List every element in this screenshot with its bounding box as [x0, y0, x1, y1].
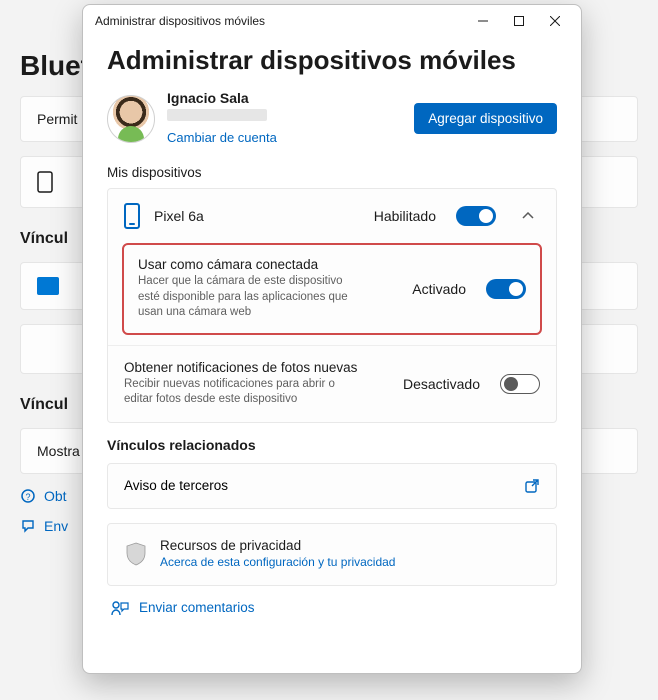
phone-icon [37, 171, 53, 193]
avatar [107, 95, 155, 143]
account-row: Ignacio Sala Cambiar de cuenta Agregar d… [107, 90, 557, 147]
camera-toggle[interactable] [486, 279, 526, 299]
camera-option-status: Activado [412, 281, 466, 297]
camera-option-highlight: Usar como cámara conectada Hacer que la … [122, 243, 542, 335]
help-icon: ? [20, 488, 36, 504]
third-party-label: Aviso de terceros [124, 478, 512, 493]
account-email-redacted [167, 109, 267, 121]
photos-option-title: Obtener notificaciones de fotos nuevas [124, 360, 389, 375]
add-device-button[interactable]: Agregar dispositivo [414, 103, 557, 134]
privacy-resources-card[interactable]: Recursos de privacidad Acerca de esta co… [107, 523, 557, 586]
svg-text:?: ? [25, 492, 30, 502]
device-status: Habilitado [374, 208, 436, 224]
photos-option-desc: Recibir nuevas notificaciones para abrir… [124, 377, 344, 408]
phone-icon [124, 203, 140, 229]
close-icon [550, 16, 560, 26]
device-header[interactable]: Pixel 6a Habilitado [108, 189, 556, 243]
window-title: Administrar dispositivos móviles [95, 14, 265, 28]
device-enabled-toggle[interactable] [456, 206, 496, 226]
my-devices-label: Mis dispositivos [107, 165, 557, 180]
feedback-icon [111, 600, 129, 616]
chevron-up-icon [516, 209, 540, 223]
photos-option-row: Obtener notificaciones de fotos nuevas R… [108, 345, 556, 422]
shield-icon [124, 540, 148, 568]
feedback-label: Enviar comentarios [139, 600, 255, 615]
device-card: Pixel 6a Habilitado Usar como cámara con… [107, 188, 557, 423]
device-name: Pixel 6a [154, 208, 360, 224]
feedback-icon [20, 518, 36, 534]
mobile-devices-dialog: Administrar dispositivos móviles Adminis… [82, 4, 582, 674]
send-feedback-link[interactable]: Enviar comentarios [107, 600, 557, 616]
camera-option-desc: Hacer que la cámara de este dispositivo … [138, 274, 358, 321]
external-link-icon [524, 478, 540, 494]
maximize-button[interactable] [501, 7, 537, 35]
privacy-title: Recursos de privacidad [160, 538, 540, 553]
photos-toggle[interactable] [500, 374, 540, 394]
camera-option-row: Usar como cámara conectada Hacer que la … [124, 245, 540, 333]
switch-account-link[interactable]: Cambiar de cuenta [167, 130, 277, 145]
related-links-label: Vínculos relacionados [107, 437, 557, 453]
camera-option-title: Usar como cámara conectada [138, 257, 398, 272]
page-title: Administrar dispositivos móviles [107, 45, 557, 76]
privacy-link[interactable]: Acerca de esta configuración y tu privac… [160, 555, 395, 569]
photos-option-status: Desactivado [403, 376, 480, 392]
maximize-icon [514, 16, 524, 26]
minimize-icon [478, 16, 488, 26]
minimize-button[interactable] [465, 7, 501, 35]
account-name: Ignacio Sala [167, 90, 402, 106]
titlebar: Administrar dispositivos móviles [83, 5, 581, 37]
third-party-notice-card[interactable]: Aviso de terceros [107, 463, 557, 509]
close-button[interactable] [537, 7, 573, 35]
monitor-icon [37, 277, 59, 295]
